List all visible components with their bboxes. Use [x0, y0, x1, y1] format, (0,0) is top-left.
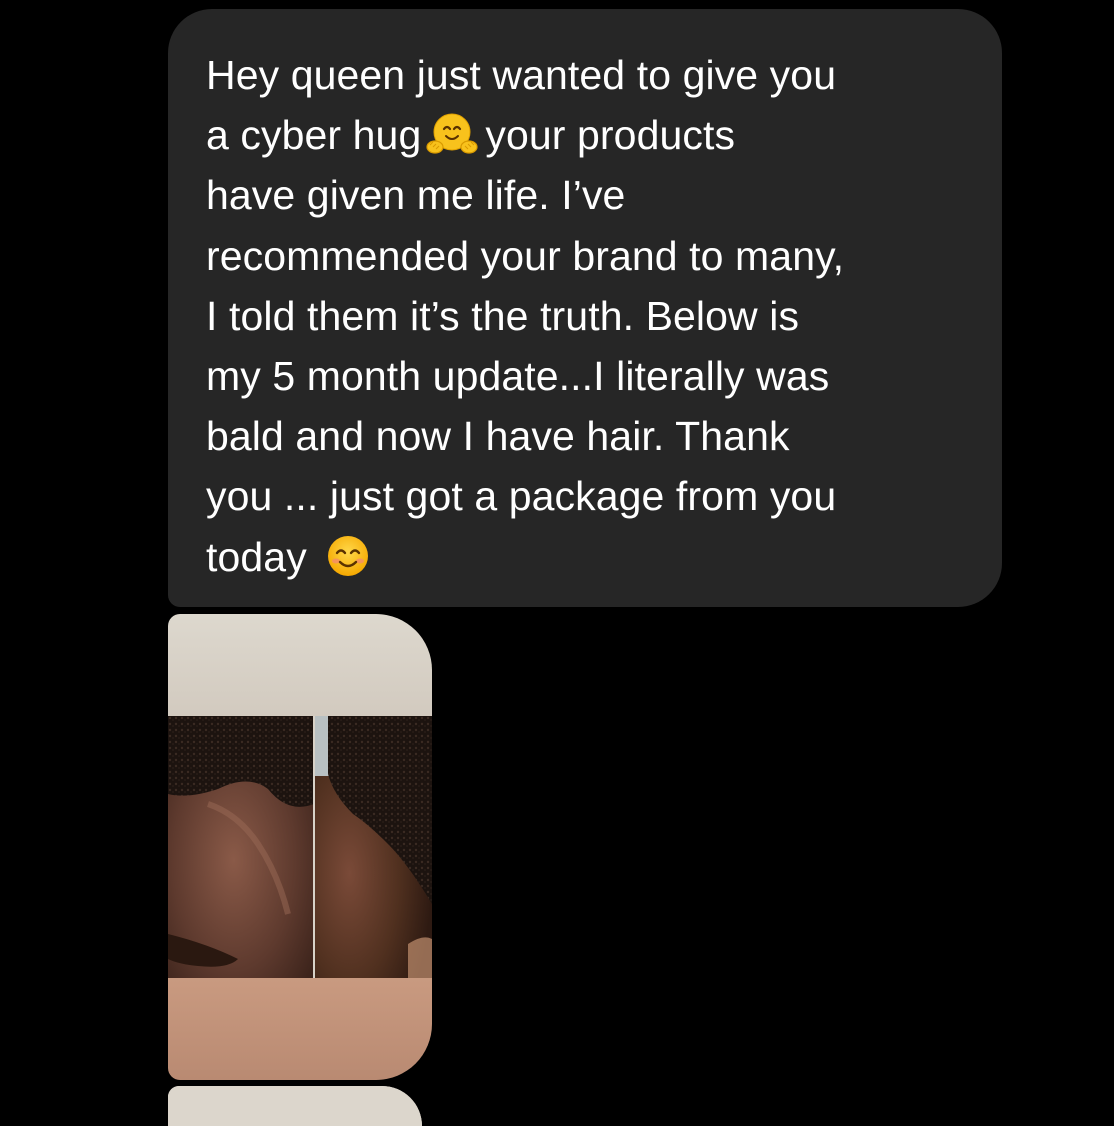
message-line-part: a cyber hug: [206, 112, 422, 159]
second-photo-partial: [168, 1086, 422, 1126]
message-line: bald and now I have hair. Thank: [206, 413, 790, 460]
message-text: Hey queen just wanted to give you a cybe…: [206, 45, 982, 587]
hugging-face-emoji-icon: [426, 113, 478, 154]
message-line: recommended your brand to many,: [206, 232, 845, 279]
message-line: you ... just got a package from you: [206, 473, 837, 520]
message-line: my 5 month update...I literally was: [206, 353, 830, 400]
smiling-face-emoji-icon: [327, 535, 368, 576]
hair-growth-photo-attachment[interactable]: [168, 614, 432, 1080]
second-photo-attachment[interactable]: [168, 1086, 422, 1126]
message-line: a cyber hug your products: [206, 105, 982, 165]
message-line: I told them it’s the truth. Below is: [206, 292, 800, 339]
incoming-message-bubble[interactable]: Hey queen just wanted to give you a cybe…: [168, 9, 1002, 607]
hair-growth-before-after-photo: [168, 614, 432, 1080]
message-line-part: your products: [485, 112, 736, 159]
message-line: have given me life. I’ve: [206, 172, 626, 219]
message-line: Hey queen just wanted to give you: [206, 52, 837, 98]
message-line: today: [206, 527, 982, 587]
message-line-part: today: [206, 533, 307, 580]
